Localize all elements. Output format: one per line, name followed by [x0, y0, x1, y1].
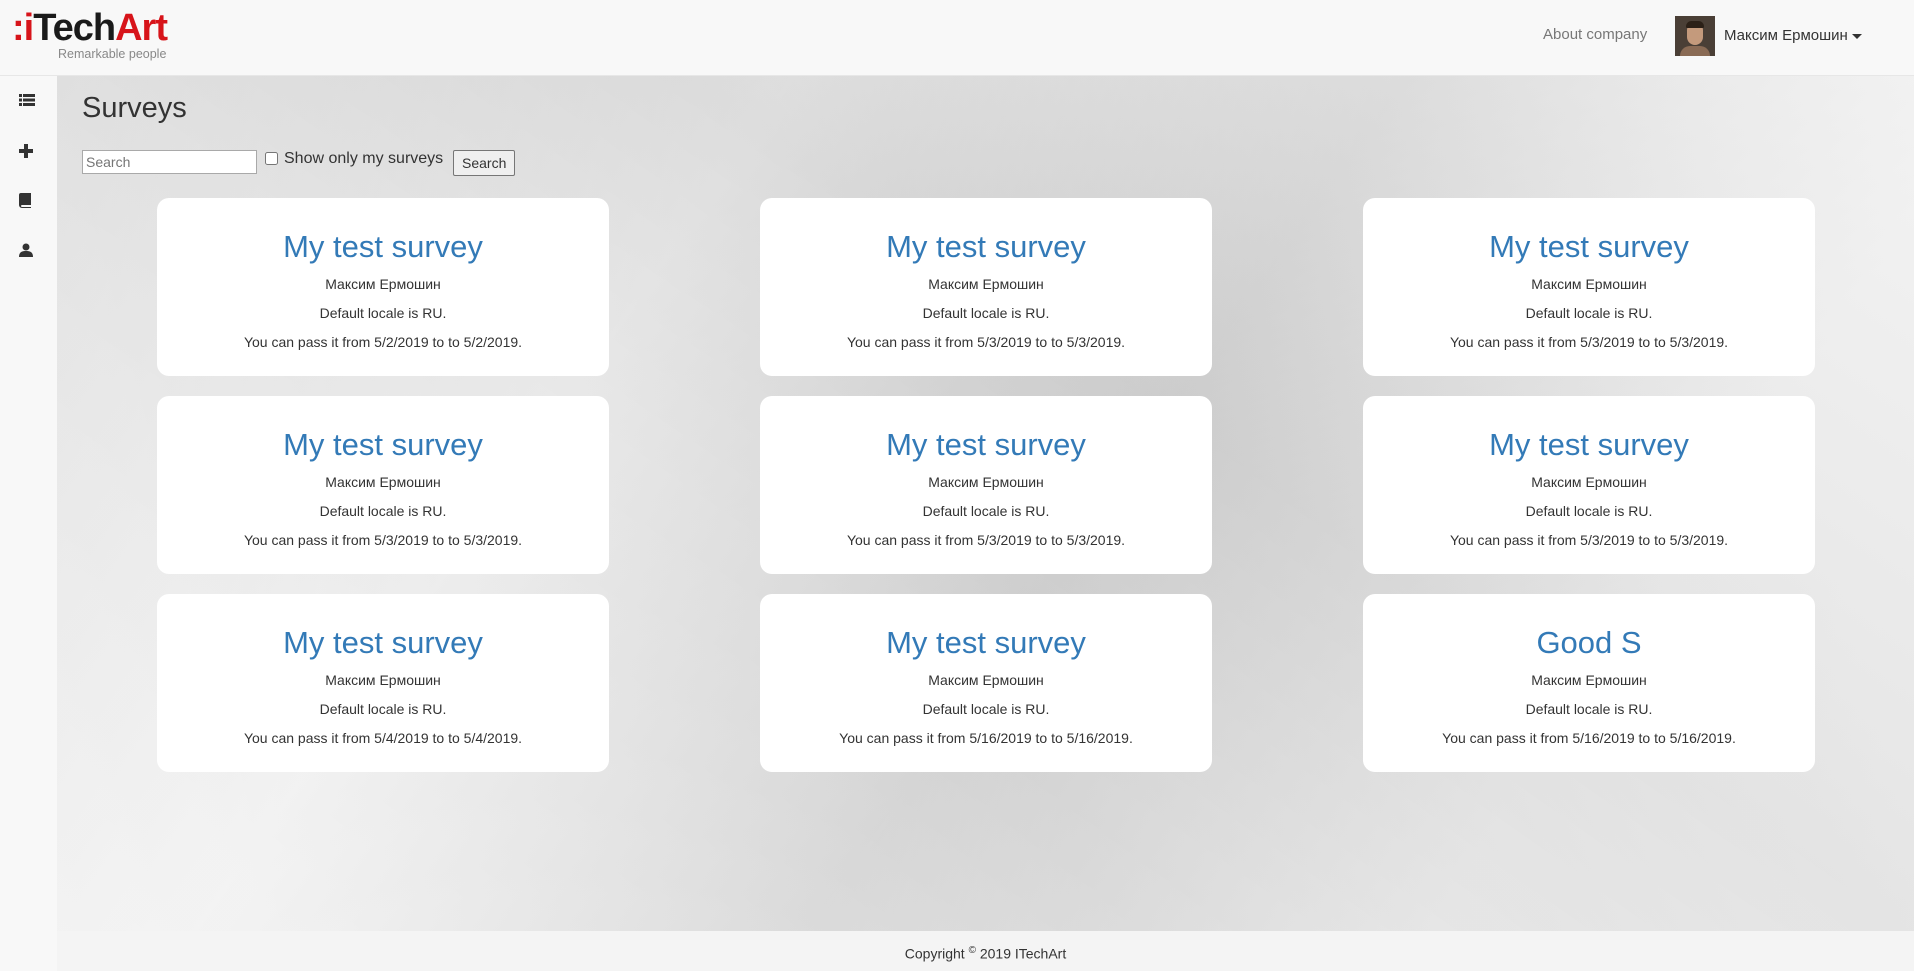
- survey-card[interactable]: My test survey Максим Ермошин Default lo…: [157, 198, 609, 376]
- survey-locale: Default locale is RU.: [319, 305, 447, 321]
- survey-title[interactable]: My test survey: [157, 230, 609, 264]
- survey-author: Максим Ермошин: [325, 672, 441, 688]
- logo-tagline: Remarkable people: [58, 47, 167, 61]
- survey-dates: You can pass it from 5/3/2019 to to 5/3/…: [1449, 334, 1729, 350]
- copyright-prefix: Copyright: [904, 945, 965, 962]
- survey-title[interactable]: Good S: [1363, 626, 1815, 660]
- list-icon[interactable]: [19, 93, 37, 111]
- survey-dates: You can pass it from 5/16/2019 to to 5/1…: [839, 730, 1133, 746]
- survey-locale: Default locale is RU.: [1525, 701, 1653, 717]
- survey-author: Максим Ермошин: [1531, 276, 1647, 292]
- caret-down-icon: [1851, 33, 1862, 39]
- top-navbar: :iTechArt Remarkable people About compan…: [0, 0, 1914, 76]
- survey-title[interactable]: My test survey: [1363, 230, 1815, 264]
- survey-locale: Default locale is RU.: [922, 701, 1050, 717]
- survey-author: Максим Ермошин: [1531, 672, 1647, 688]
- about-company-link[interactable]: About company: [1543, 26, 1647, 43]
- survey-dates: You can pass it from 5/3/2019 to to 5/3/…: [846, 334, 1126, 350]
- survey-locale: Default locale is RU.: [319, 701, 447, 717]
- survey-dates: You can pass it from 5/2/2019 to to 5/2/…: [243, 334, 523, 350]
- survey-title[interactable]: My test survey: [760, 230, 1212, 264]
- avatar[interactable]: [1675, 16, 1715, 56]
- book-icon[interactable]: [19, 193, 37, 211]
- footer: Copyright © 2019 ITechArt: [57, 931, 1914, 971]
- survey-dates: You can pass it from 5/3/2019 to to 5/3/…: [846, 532, 1126, 548]
- user-name: Максим Ермошин: [1724, 27, 1848, 44]
- only-my-surveys-label: Show only my surveys: [284, 150, 444, 167]
- survey-locale: Default locale is RU.: [1525, 305, 1653, 321]
- main-content: Surveys Show only my surveys Search My t…: [57, 76, 1914, 931]
- user-menu-toggle[interactable]: Максим Ермошин: [1724, 27, 1862, 44]
- survey-card[interactable]: My test survey Максим Ермошин Default lo…: [760, 198, 1212, 376]
- survey-author: Максим Ермошин: [1531, 474, 1647, 490]
- survey-dates: You can pass it from 5/3/2019 to to 5/3/…: [243, 532, 523, 548]
- only-my-surveys-toggle[interactable]: Show only my surveys: [265, 150, 443, 168]
- survey-locale: Default locale is RU.: [922, 503, 1050, 519]
- survey-card[interactable]: My test survey Максим Ермошин Default lo…: [157, 594, 609, 772]
- survey-locale: Default locale is RU.: [1525, 503, 1653, 519]
- survey-author: Максим Ермошин: [928, 672, 1044, 688]
- survey-card[interactable]: Good S Максим Ермошин Default locale is …: [1363, 594, 1815, 772]
- survey-locale: Default locale is RU.: [319, 503, 447, 519]
- page-title: Surveys: [82, 92, 187, 124]
- survey-card[interactable]: My test survey Максим Ермошин Default lo…: [760, 396, 1212, 574]
- survey-author: Максим Ермошин: [325, 276, 441, 292]
- survey-title[interactable]: My test survey: [157, 428, 609, 462]
- search-input[interactable]: [82, 150, 257, 174]
- search-button[interactable]: Search: [453, 150, 516, 176]
- survey-card[interactable]: My test survey Максим Ермошин Default lo…: [1363, 198, 1815, 376]
- survey-title[interactable]: My test survey: [1363, 428, 1815, 462]
- logo-wordmark: :iTechArt: [12, 7, 168, 49]
- survey-author: Максим Ермошин: [928, 474, 1044, 490]
- copyright-suffix: 2019 ITechArt: [979, 945, 1067, 962]
- survey-title[interactable]: My test survey: [157, 626, 609, 660]
- sidebar: [0, 76, 57, 971]
- survey-dates: You can pass it from 5/3/2019 to to 5/3/…: [1449, 532, 1729, 548]
- itechart-logo[interactable]: :iTechArt Remarkable people: [12, 6, 182, 66]
- plus-icon[interactable]: [19, 144, 37, 162]
- user-icon[interactable]: [19, 243, 37, 261]
- survey-dates: You can pass it from 5/4/2019 to to 5/4/…: [243, 730, 523, 746]
- survey-dates: You can pass it from 5/16/2019 to to 5/1…: [1442, 730, 1736, 746]
- survey-locale: Default locale is RU.: [922, 305, 1050, 321]
- only-my-surveys-checkbox[interactable]: [265, 152, 278, 165]
- survey-author: Максим Ермошин: [928, 276, 1044, 292]
- survey-title[interactable]: My test survey: [760, 626, 1212, 660]
- survey-card[interactable]: My test survey Максим Ермошин Default lo…: [157, 396, 609, 574]
- survey-card[interactable]: My test survey Максим Ермошин Default lo…: [760, 594, 1212, 772]
- survey-author: Максим Ермошин: [325, 474, 441, 490]
- copyright-symbol: ©: [968, 945, 976, 956]
- survey-title[interactable]: My test survey: [760, 428, 1212, 462]
- survey-card[interactable]: My test survey Максим Ермошин Default lo…: [1363, 396, 1815, 574]
